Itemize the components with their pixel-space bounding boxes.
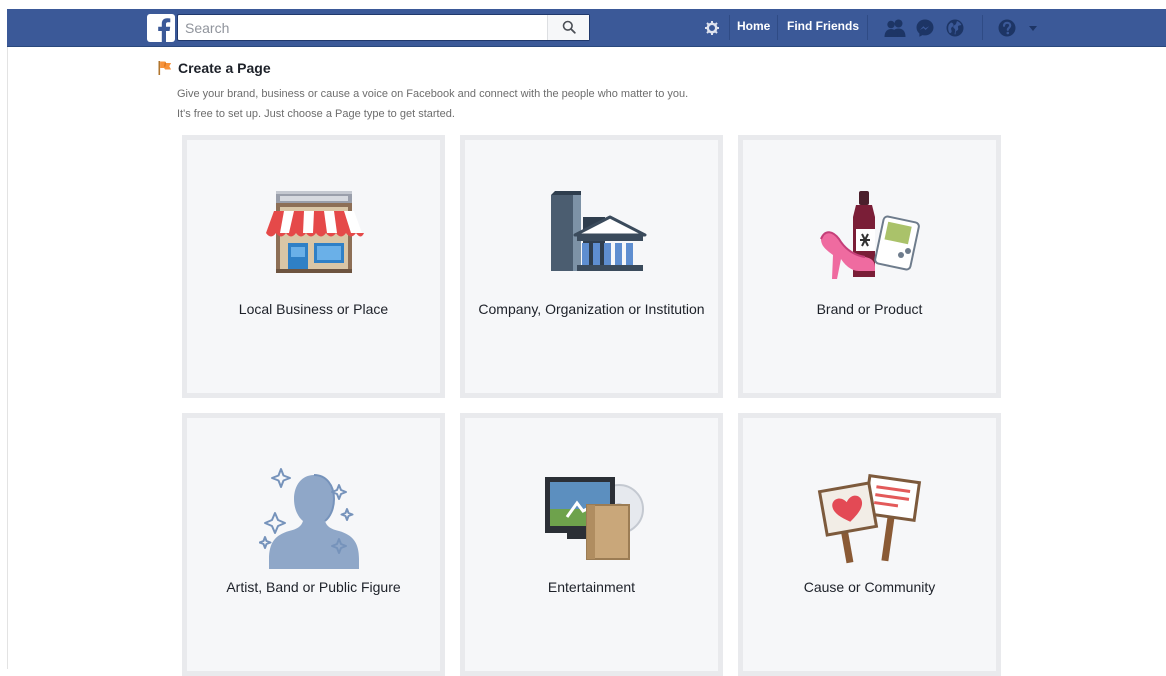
nav-divider	[867, 15, 868, 40]
public-figure-icon	[258, 468, 359, 569]
settings-gear-icon[interactable]	[702, 18, 722, 38]
entertainment-icon	[544, 477, 644, 560]
search-icon	[562, 20, 576, 34]
category-card-artist[interactable]: Artist, Band or Public Figure	[182, 413, 445, 676]
category-label: Local Business or Place	[238, 301, 389, 317]
category-card-company[interactable]: Company, Organization or Institution	[460, 135, 723, 398]
category-label: Cause or Community	[803, 579, 936, 595]
friend-requests-icon[interactable]	[882, 18, 908, 38]
category-card-local-business[interactable]: Local Business or Place	[182, 135, 445, 398]
search-button[interactable]	[547, 15, 589, 40]
page-description: Give your brand, business or cause a voi…	[177, 88, 689, 100]
nav-divider	[729, 15, 730, 40]
search-box	[177, 14, 590, 41]
find-friends-link[interactable]: Find Friends	[787, 19, 859, 33]
nav-divider	[982, 15, 983, 40]
top-navigation-bar: Home Find Friends	[7, 9, 1166, 47]
nav-divider	[777, 15, 778, 40]
search-input[interactable]	[178, 15, 546, 40]
category-label: Company, Organization or Institution	[478, 301, 705, 317]
account-menu-caret-icon[interactable]	[1026, 18, 1040, 38]
notifications-globe-icon[interactable]	[945, 18, 965, 38]
category-label: Entertainment	[547, 579, 636, 595]
page-description-note: It's free to set up. Just choose a Page …	[177, 108, 455, 120]
facebook-logo-icon[interactable]	[147, 14, 175, 42]
cause-signs-icon	[817, 474, 921, 564]
category-card-brand-product[interactable]: Brand or Product	[738, 135, 1001, 398]
page-frame-edge	[7, 46, 8, 669]
building-icon	[550, 191, 646, 271]
messenger-icon[interactable]	[915, 18, 935, 38]
category-card-entertainment[interactable]: Entertainment	[460, 413, 723, 676]
help-icon[interactable]	[997, 18, 1017, 38]
page-title: Create a Page	[178, 60, 271, 76]
home-link[interactable]: Home	[737, 19, 770, 33]
category-label: Artist, Band or Public Figure	[226, 579, 401, 595]
category-card-cause[interactable]: Cause or Community	[738, 413, 1001, 676]
category-label: Brand or Product	[816, 301, 923, 317]
page-flag-icon	[158, 61, 172, 75]
storefront-icon	[265, 191, 364, 273]
brand-products-icon	[819, 191, 920, 279]
